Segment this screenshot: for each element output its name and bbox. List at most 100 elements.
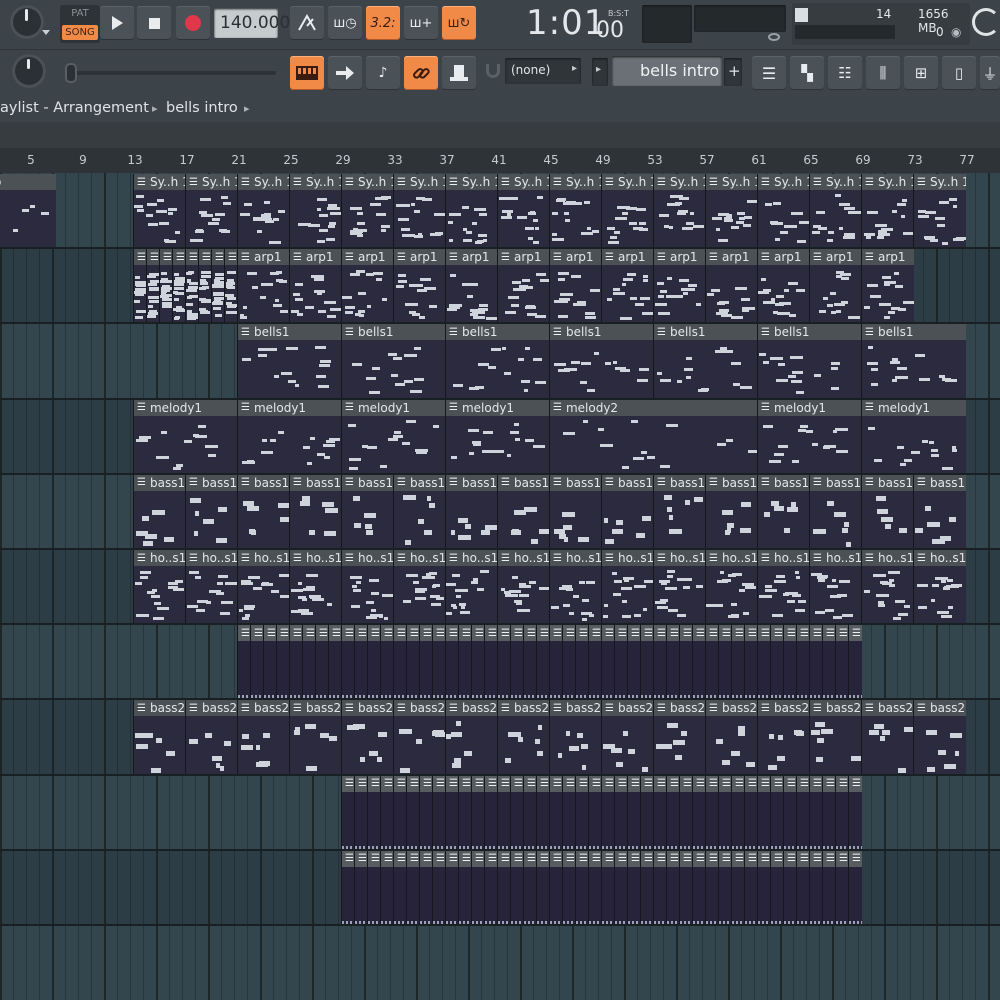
clip-menu-icon[interactable]: ☰ (839, 853, 848, 864)
pattern-clip[interactable]: ☰ (653, 775, 667, 849)
pattern-clip[interactable]: ☰ (354, 775, 368, 849)
clip-header[interactable]: ☰ ho..s1 (342, 550, 394, 566)
pattern-clip[interactable]: ☰ bass2 (289, 700, 342, 774)
pattern-clip[interactable]: ☰ (393, 850, 407, 924)
clip-header[interactable]: ☰ (849, 775, 862, 792)
clip-menu-icon[interactable]: ☰ (540, 778, 549, 789)
pattern-clip[interactable]: ☰ (809, 850, 823, 924)
clip-menu-icon[interactable]: ☰ (865, 327, 874, 338)
clip-menu-icon[interactable]: ☰ (527, 778, 536, 789)
pattern-clip[interactable]: ☰ (328, 625, 342, 699)
piano-roll-window-button[interactable]: ▚ (790, 56, 824, 90)
clip-menu-icon[interactable]: ☰ (176, 252, 185, 263)
clip-menu-icon[interactable]: ☰ (488, 628, 497, 639)
clip-menu-icon[interactable]: ☰ (657, 853, 666, 864)
master-slider-handle[interactable] (65, 63, 77, 83)
clip-header[interactable]: ☰ bass2 (134, 700, 186, 717)
pattern-clip[interactable]: ☰ (770, 775, 784, 849)
clip-menu-icon[interactable]: ☰ (813, 252, 822, 263)
clip-header[interactable]: ☰ (849, 850, 862, 867)
clip-header[interactable]: ☰ ho..s1 (862, 550, 914, 566)
pattern-clip[interactable]: ☰ (445, 625, 459, 699)
clip-menu-icon[interactable]: ☰ (397, 628, 406, 639)
clip-menu-icon[interactable]: ☰ (865, 553, 874, 564)
clip-header[interactable]: ☰ bass1 (862, 474, 914, 491)
clip-menu-icon[interactable]: ☰ (605, 703, 614, 714)
pattern-clip[interactable]: ☰ (471, 775, 485, 849)
tempo-display[interactable]: 140.000 (214, 8, 290, 38)
clip-menu-icon[interactable]: ☰ (137, 477, 146, 488)
pattern-clip[interactable]: ☰ (770, 625, 784, 699)
clip-header[interactable]: ☰ bass1 (342, 474, 394, 491)
clip-menu-icon[interactable]: ☰ (553, 477, 562, 488)
pattern-clip[interactable]: ☰ bass2 (185, 700, 238, 774)
pattern-clip[interactable]: ☰ (354, 625, 368, 699)
clip-menu-icon[interactable]: ☰ (189, 177, 198, 188)
pattern-clip[interactable]: ☰ Sy..h 1 (757, 174, 810, 248)
clip-menu-icon[interactable]: ☰ (293, 553, 302, 564)
clip-header[interactable]: ☰ bass1 (550, 474, 602, 491)
clip-header[interactable]: ☰ ho..s1 (706, 550, 758, 566)
clip-header[interactable]: ☰ Sy..h 1 (758, 174, 810, 190)
clip-menu-icon[interactable]: ☰ (566, 628, 575, 639)
pattern-clip[interactable]: ☰ (614, 775, 628, 849)
clip-menu-icon[interactable]: ☰ (813, 177, 822, 188)
clip-menu-icon[interactable]: ☰ (189, 553, 198, 564)
clip-menu-icon[interactable]: ☰ (917, 703, 926, 714)
clip-header[interactable]: ☰ arp1 (810, 249, 862, 266)
clip-header[interactable]: ☰ bells1 (862, 324, 966, 341)
clip-header[interactable]: ☰ melody1 (758, 399, 862, 416)
clip-menu-icon[interactable]: ☰ (618, 853, 627, 864)
pattern-clip[interactable]: ☰ bass2 (133, 700, 186, 774)
pattern-clip[interactable]: ☰ (796, 850, 810, 924)
clip-header[interactable]: ☰ Sy..h 1 (654, 174, 706, 190)
clip-header[interactable]: ☰ melody1 (446, 399, 550, 416)
pattern-clip[interactable]: ☰ ho..s1 (913, 550, 966, 624)
clip-menu-icon[interactable]: ☰ (631, 778, 640, 789)
clip-header[interactable]: ☰ Sy..h 1 (446, 174, 498, 190)
clip-header[interactable]: ☰ bass1 (134, 474, 186, 491)
pattern-clip[interactable]: ☰ Sy..h 1 (601, 174, 654, 248)
clip-header[interactable]: ☰ Sy..h 1 (706, 174, 758, 190)
clip-menu-icon[interactable]: ☰ (722, 778, 731, 789)
clip-menu-icon[interactable]: ☰ (826, 853, 835, 864)
pattern-clip[interactable]: ☰ (601, 850, 615, 924)
clip-menu-icon[interactable]: ☰ (397, 853, 406, 864)
clip-header[interactable]: ☰ bass1 (810, 474, 862, 491)
clip-menu-icon[interactable]: ☰ (735, 778, 744, 789)
clip-menu-icon[interactable]: ☰ (241, 252, 250, 263)
plugin-wrapper-button[interactable]: ⏚ (980, 56, 1000, 90)
pattern-clip[interactable]: ☰ (731, 850, 745, 924)
clip-header[interactable]: ☰ bells1 (758, 324, 862, 341)
clip-menu-icon[interactable]: ☰ (410, 778, 419, 789)
pattern-clip[interactable]: ☰ arp1 (497, 249, 550, 323)
pattern-clip[interactable]: ☰ (757, 625, 771, 699)
clip-menu-icon[interactable]: ☰ (800, 778, 809, 789)
pattern-clip[interactable]: ☰ (341, 775, 355, 849)
clip-menu-icon[interactable]: ☰ (579, 778, 588, 789)
clip-header[interactable]: ☰ Sy..h 1 (238, 174, 290, 190)
clip-header[interactable]: ☰ bass1 (654, 474, 706, 491)
pattern-clip[interactable]: ☰ Sy..h 1 (653, 174, 706, 248)
clip-menu-icon[interactable]: ☰ (423, 628, 432, 639)
clip-menu-icon[interactable]: ☰ (553, 252, 562, 263)
playlist-window-button[interactable]: ☰ (752, 56, 786, 90)
pattern-clip[interactable]: ☰ (718, 625, 732, 699)
channel-rack-window-button[interactable]: ☷ (828, 56, 862, 90)
clip-menu-icon[interactable]: ☰ (709, 553, 718, 564)
master-volume-knob[interactable] (10, 5, 44, 39)
pattern-clip[interactable]: ☰ (692, 625, 706, 699)
pattern-clip[interactable]: ☰ ho..s1 (861, 550, 914, 624)
pattern-clip[interactable]: ☰ (471, 625, 485, 699)
pattern-clip[interactable]: ☰ bass2 (861, 700, 914, 774)
clip-header[interactable]: ☰ ho..s1 (238, 550, 290, 566)
pattern-clip[interactable]: ☰ bass1 (393, 474, 446, 548)
mixer-window-button[interactable]: ⫼ (866, 56, 900, 90)
clip-menu-icon[interactable]: ☰ (397, 778, 406, 789)
pattern-clip[interactable]: ☰ (432, 775, 446, 849)
clip-menu-icon[interactable]: ☰ (306, 628, 315, 639)
clip-menu-icon[interactable]: ☰ (709, 778, 718, 789)
clip-menu-icon[interactable]: ☰ (501, 703, 510, 714)
clip-header[interactable]: ☰ ho..s1 (394, 550, 446, 566)
clip-menu-icon[interactable]: ☰ (449, 177, 458, 188)
